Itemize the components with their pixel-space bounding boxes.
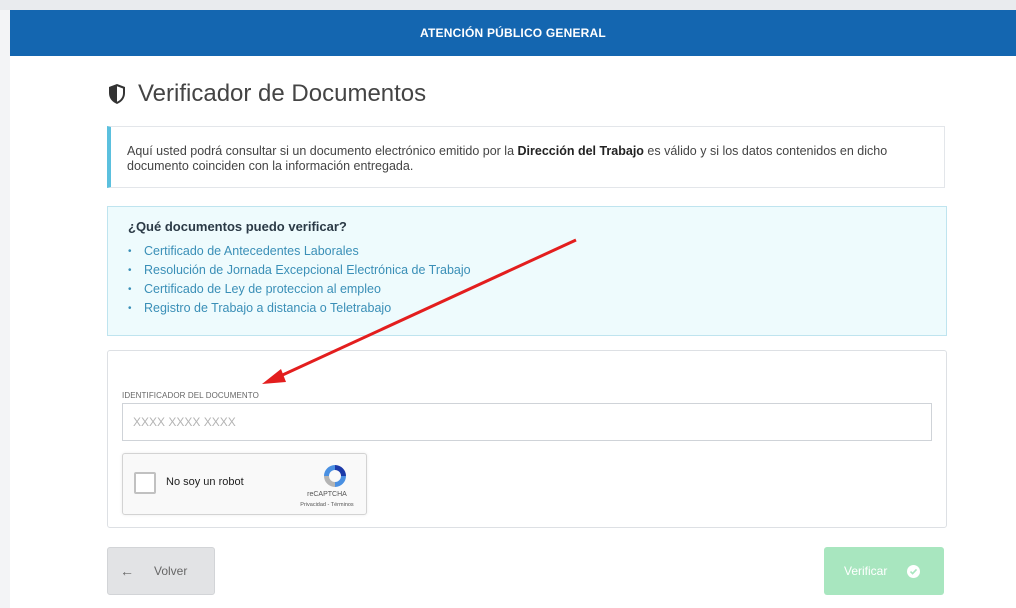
top-strip [0,0,1016,10]
recaptcha-brand: reCAPTCHA [307,491,347,498]
verify-button[interactable]: Verificar [824,547,944,595]
back-button[interactable]: ← Volver [107,547,215,595]
recaptcha-logo-icon [324,465,346,487]
title-row: Verificador de Documentos [108,80,426,108]
docs-list-item: Certificado de Antecedentes Laborales [128,242,926,261]
document-id-label: IDENTIFICADOR DEL DOCUMENTO [122,391,259,400]
shield-icon [109,84,125,104]
verify-button-label: Verificar [844,564,888,578]
main-panel: Verificador de Documentos Aquí usted pod… [10,56,1016,608]
verifiable-documents-box: ¿Qué documentos puedo verificar? Certifi… [107,206,947,336]
docs-heading: ¿Qué documentos puedo verificar? [128,219,347,234]
recaptcha-label: No soy un robot [166,476,244,488]
intro-text-1: Aquí usted podrá consultar si un documen… [127,144,518,158]
recaptcha-checkbox[interactable] [134,472,156,494]
docs-list-item: Resolución de Jornada Excepcional Electr… [128,261,926,280]
page-title: Verificador de Documentos [138,80,427,107]
recaptcha-privacy-link[interactable]: Privacidad - Términos [287,502,367,508]
docs-list: Certificado de Antecedentes Laborales Re… [128,242,926,318]
docs-list-item: Registro de Trabajo a distancia o Teletr… [128,299,926,318]
check-circle-icon [907,564,921,578]
header-title: ATENCIÓN PÚBLICO GENERAL [420,26,606,40]
recaptcha-widget: No soy un robot reCAPTCHA Privacidad - T… [122,453,367,515]
page-header: ATENCIÓN PÚBLICO GENERAL [10,10,1016,56]
docs-list-item: Certificado de Ley de proteccion al empl… [128,280,926,299]
intro-notice: Aquí usted podrá consultar si un documen… [107,126,945,188]
document-id-input[interactable] [122,403,932,441]
intro-text-bold: Dirección del Trabajo [517,144,644,158]
verification-form: IDENTIFICADOR DEL DOCUMENTO No soy un ro… [107,350,947,528]
arrow-left-icon: ← [120,563,134,579]
back-button-label: Volver [154,564,188,578]
